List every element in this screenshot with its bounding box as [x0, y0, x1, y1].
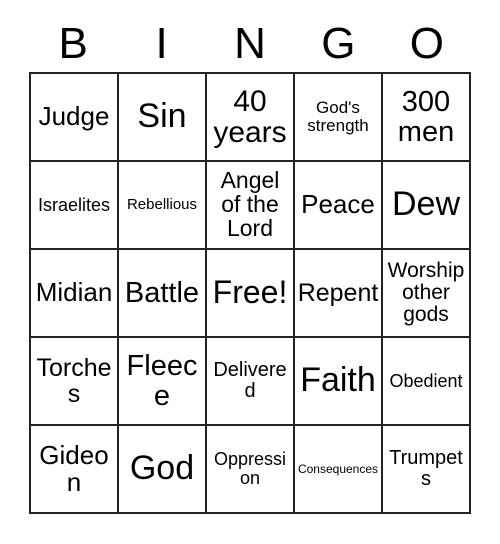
bingo-cell-label: Israelites [37, 194, 111, 215]
bingo-cell[interactable]: 300 men [383, 74, 471, 162]
bingo-cell-label: Battle [124, 276, 200, 309]
bingo-cell[interactable]: Oppression [207, 426, 295, 514]
bingo-cell-label: Fleece [126, 349, 198, 412]
bingo-cell[interactable]: Midian [31, 250, 119, 338]
bingo-cell[interactable]: Torches [31, 338, 119, 426]
bingo-cell[interactable]: Angel of the Lord [207, 162, 295, 250]
bingo-row: Gideon God Oppression Consequences Trump… [31, 426, 471, 514]
bingo-cell[interactable]: 40 years [207, 74, 295, 162]
bingo-cell-label: Midian [35, 277, 113, 308]
bingo-cell-label: God's strength [307, 98, 369, 135]
bingo-cell-label: Rebellious [126, 196, 198, 214]
bingo-cell[interactable]: Judge [31, 74, 119, 162]
bingo-row: Midian Battle Free! Repent Worship other… [31, 250, 471, 338]
bingo-cell-label: Judge [38, 101, 110, 132]
bingo-cell-label: God [129, 449, 195, 488]
bingo-cell-label: Torches [36, 354, 112, 408]
bingo-cell[interactable]: Peace [295, 162, 383, 250]
bingo-cell[interactable]: Faith [295, 338, 383, 426]
bingo-row: Torches Fleece Delivered Faith Obedient [31, 338, 471, 426]
bingo-row: Israelites Rebellious Angel of the Lord … [31, 162, 471, 250]
bingo-cell[interactable]: Delivered [207, 338, 295, 426]
bingo-cell-label: Gideon [39, 439, 109, 497]
bingo-cell[interactable]: Consequences [295, 426, 383, 514]
bingo-cell-label: 40 years [213, 84, 287, 149]
header-letter-o: O [409, 19, 444, 68]
bingo-card: B I N G O Judge Sin 40 years God's stren… [0, 0, 500, 544]
bingo-cell[interactable]: Sin [119, 74, 207, 162]
bingo-cell-label: Dew [391, 185, 461, 224]
bingo-cell-label: Worship other gods [387, 259, 465, 326]
bingo-cell-label: Obedient [389, 370, 463, 391]
bingo-cell-label: Consequences [297, 461, 379, 476]
bingo-cell-label: Sin [137, 97, 187, 136]
bingo-cell[interactable]: Gideon [31, 426, 119, 514]
bingo-cell-free-space[interactable]: Free! [207, 250, 295, 338]
bingo-cell-label: Oppression [213, 449, 287, 488]
bingo-cell[interactable]: God's strength [295, 74, 383, 162]
bingo-cell-label: Angel of the Lord [220, 167, 280, 241]
bingo-cell[interactable]: God [119, 426, 207, 514]
bingo-cell[interactable]: Israelites [31, 162, 119, 250]
bingo-cell-label: Peace [301, 189, 375, 220]
bingo-cell[interactable]: Trumpets [383, 426, 471, 514]
header-letter-b: B [58, 19, 88, 68]
bingo-free-space-label: Free! [212, 274, 288, 311]
bingo-grid: Judge Sin 40 years God's strength 300 me… [29, 72, 471, 514]
bingo-cell-label: Faith [300, 361, 376, 400]
bingo-cell-label: Repent [297, 279, 379, 307]
bingo-cell-label: Trumpets [389, 447, 463, 490]
bingo-cell-label: Delivered [213, 359, 287, 402]
bingo-cell[interactable]: Rebellious [119, 162, 207, 250]
bingo-cell[interactable]: Fleece [119, 338, 207, 426]
bingo-row: Judge Sin 40 years God's strength 300 me… [31, 74, 471, 162]
bingo-cell[interactable]: Obedient [383, 338, 471, 426]
bingo-cell[interactable]: Dew [383, 162, 471, 250]
bingo-cell[interactable]: Repent [295, 250, 383, 338]
bingo-cell-label: 300 men [397, 85, 455, 148]
header-letter-n: N [234, 19, 266, 68]
header-letter-g: G [321, 19, 356, 68]
bingo-cell[interactable]: Battle [119, 250, 207, 338]
bingo-header-row: B I N G O [29, 16, 471, 72]
header-letter-i: I [155, 19, 168, 68]
bingo-cell[interactable]: Worship other gods [383, 250, 471, 338]
